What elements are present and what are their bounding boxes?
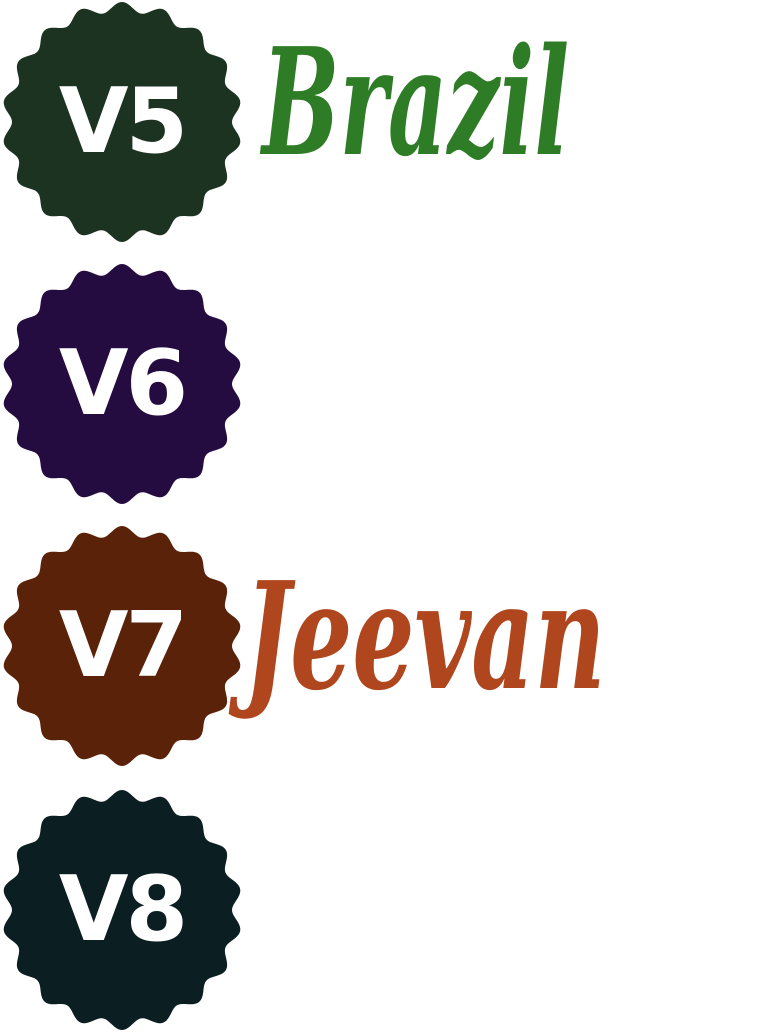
list-item-v8: V8 [0,788,764,1032]
badge-label: V5 [58,69,188,174]
badge-v7: V7 [0,524,244,768]
variant-name: Jeevan [244,549,606,723]
badge-label: V7 [58,593,188,698]
badge-v5: V5 [0,0,244,244]
list-item-v5: V5 Brazil [0,0,764,244]
list-item-v7: V7 Jeevan [0,524,764,768]
badge-v6: V6 [0,262,244,506]
list-item-v6: V6 [0,262,764,506]
variant-name: Brazil [262,15,570,189]
badge-label: V6 [58,331,188,436]
badge-label: V8 [58,857,188,962]
badge-v8: V8 [0,788,244,1032]
